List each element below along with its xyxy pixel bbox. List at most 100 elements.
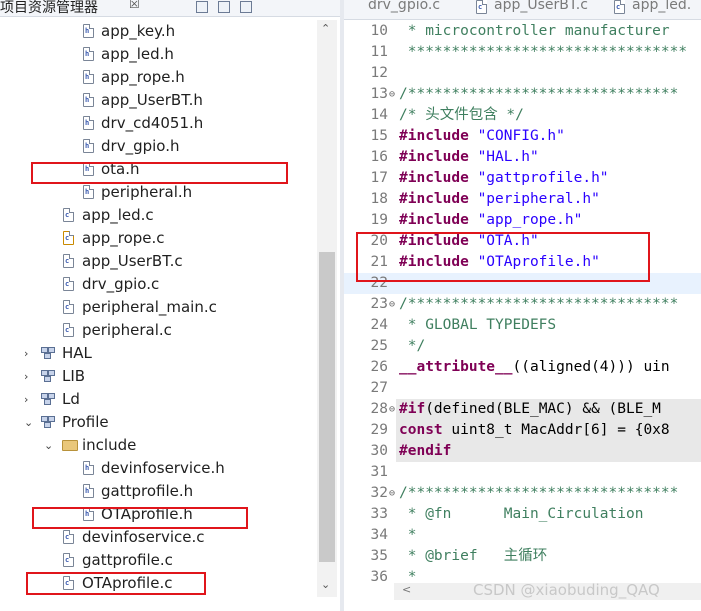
tree-item[interactable]: c peripheral.c [0,319,317,342]
tree-vertical-scrollbar[interactable]: ⌃ ⌄ [317,20,337,597]
fold-toggle-icon[interactable]: ⊖ [389,294,395,315]
code-line[interactable]: 10 * microcontroller manufacturer [344,21,701,42]
code-line[interactable]: 19 #include "app_rope.h" [344,210,701,231]
source-file-icon: c [63,300,74,314]
line-number: 12 [370,65,388,81]
code-line[interactable]: 27 [344,378,701,399]
code-line[interactable]: 29 const uint8_t MacAddr[6] = {0x8 [344,420,701,441]
code-text: * microcontroller manufacturer [399,21,670,42]
tree-item-label: gattprofile.h [101,482,194,500]
code-line[interactable]: 25 */ [344,336,701,357]
tree-item-label: app_UserBT.c [82,252,183,270]
code-line[interactable]: 26 __attribute__((aligned(4))) uin [344,357,701,378]
source-folder-icon [41,416,57,429]
tree-item[interactable]: h app_led.h [0,43,317,66]
tree-item[interactable]: c app_rope.c [0,227,317,250]
tree-item-label: app_UserBT.h [101,91,203,109]
source-folder-icon [41,347,57,360]
tree-item-label: app_led.h [101,45,174,63]
scroll-left-icon[interactable]: < [402,583,411,596]
chevron-right-icon[interactable]: › [24,342,28,365]
chevron-right-icon[interactable]: › [24,388,28,411]
tree-item[interactable]: h app_rope.h [0,66,317,89]
source-file-icon: c [63,231,74,245]
code-token: #if [399,401,426,417]
tree-item[interactable]: h devinfoservice.h [0,457,317,480]
code-token: /******************************* [399,485,679,501]
code-token: "CONFIG.h" [477,128,565,144]
code-text: /******************************* [399,84,678,105]
tree-item-label: peripheral.h [101,183,193,201]
chevron-right-icon[interactable]: › [24,365,28,388]
tree-item[interactable]: c devinfoservice.c [0,526,317,549]
scroll-up-icon[interactable]: ⌃ [321,22,330,35]
source-file-icon: c [614,0,625,14]
code-line[interactable]: 13 ⊖/******************************* [344,84,701,105]
link-with-editor-icon[interactable] [218,1,230,13]
scroll-down-icon[interactable]: ⌄ [321,578,330,591]
code-token: * @fn Main_Circulation [399,506,644,522]
code-text: /******************************* [399,294,678,315]
code-line[interactable]: 17 #include "gattprofile.h" [344,168,701,189]
tree-item[interactable]: › HAL [0,342,317,365]
code-line[interactable]: 18 #include "peripheral.h" [344,189,701,210]
fold-toggle-icon[interactable]: ⊖ [389,399,395,420]
code-line[interactable]: 12 [344,63,701,84]
code-line[interactable]: 30 #endif [344,441,701,462]
code-line[interactable]: 31 [344,462,701,483]
tree-item[interactable]: › LIB [0,365,317,388]
tree-item-label: Profile [62,413,109,431]
line-number: 13 [370,86,388,102]
tree-item[interactable]: h app_UserBT.h [0,89,317,112]
code-line[interactable]: 24 * GLOBAL TYPEDEFS [344,315,701,336]
code-text: #include "gattprofile.h" [399,168,609,189]
tree-item[interactable]: c gattprofile.c [0,549,317,572]
tree-item-label: drv_cd4051.h [101,114,204,132]
code-line[interactable]: 14 /* 头文件包含 */ [344,105,701,126]
collapse-all-icon[interactable] [196,1,208,13]
code-line[interactable]: 16 #include "HAL.h" [344,147,701,168]
tree-item[interactable]: ⌄ Profile [0,411,317,434]
code-line[interactable]: 32 ⊖/******************************* [344,483,701,504]
code-line[interactable]: 28 ⊖ #if(defined(BLE_MAC) && (BLE_M [344,399,701,420]
header-file-icon: h [83,93,94,107]
tree-item[interactable]: h app_key.h [0,20,317,43]
chevron-down-icon[interactable]: ⌄ [24,411,33,434]
code-line[interactable]: 11 ******************************** [344,42,701,63]
fold-toggle-icon[interactable]: ⊖ [389,483,395,504]
tree-item[interactable]: c app_led.c [0,204,317,227]
view-menu-icon[interactable] [240,1,252,13]
code-line[interactable]: 34 * [344,525,701,546]
close-view-icon[interactable]: ☒ [129,0,140,11]
line-number: 17 [370,170,388,186]
tree-item[interactable]: ⌄ include [0,434,317,457]
tree-item[interactable]: h drv_gpio.h [0,135,317,158]
tree-item[interactable]: h peripheral.h [0,181,317,204]
tree-item[interactable]: c app_UserBT.c [0,250,317,273]
editor-tab-label: app_led. [632,0,692,13]
scrollbar-thumb[interactable] [319,252,335,562]
header-file-icon: h [83,47,94,61]
line-number: 23 [370,296,388,312]
tree-item[interactable]: c drv_gpio.c [0,273,317,296]
tree-item[interactable]: › Ld [0,388,317,411]
line-number: 33 [370,506,388,522]
code-token: __attribute__ [399,359,513,375]
source-file-icon: c [63,277,74,291]
code-token: /* 头文件包含 */ [399,107,524,123]
tree-item[interactable]: h drv_cd4051.h [0,112,317,135]
line-number: 15 [370,128,388,144]
code-text: */ [399,336,425,357]
fold-toggle-icon[interactable]: ⊖ [389,84,395,105]
source-file-icon: c [63,530,74,544]
tree-item-label: peripheral.c [82,321,172,339]
line-number: 24 [370,317,388,333]
chevron-down-icon[interactable]: ⌄ [44,434,53,457]
code-line[interactable]: 15 #include "CONFIG.h" [344,126,701,147]
tree-item[interactable]: h gattprofile.h [0,480,317,503]
code-line[interactable]: 33 * @fn Main_Circulation [344,504,701,525]
tree-item[interactable]: c peripheral_main.c [0,296,317,319]
code-line[interactable]: 23 ⊖/******************************* [344,294,701,315]
editor-tab-label: app_UserBT.c [494,0,588,13]
code-line[interactable]: 35 * @brief 主循环 [344,546,701,567]
